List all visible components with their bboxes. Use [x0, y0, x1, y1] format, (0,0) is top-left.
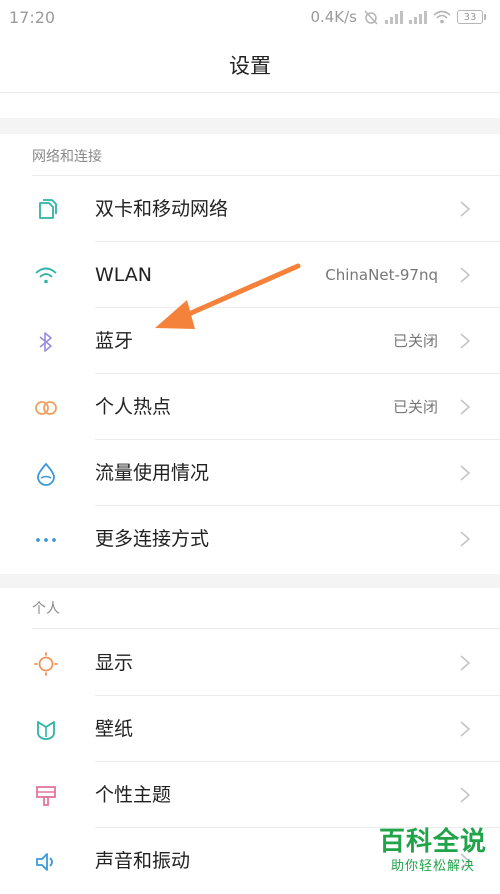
watermark-main: 百科全说 — [378, 827, 487, 857]
annotation-arrow — [155, 263, 301, 329]
watermark-logo: 百科全说 助你轻松解决 — [374, 826, 492, 876]
watermark-sub: 助你轻松解决 — [390, 859, 475, 874]
